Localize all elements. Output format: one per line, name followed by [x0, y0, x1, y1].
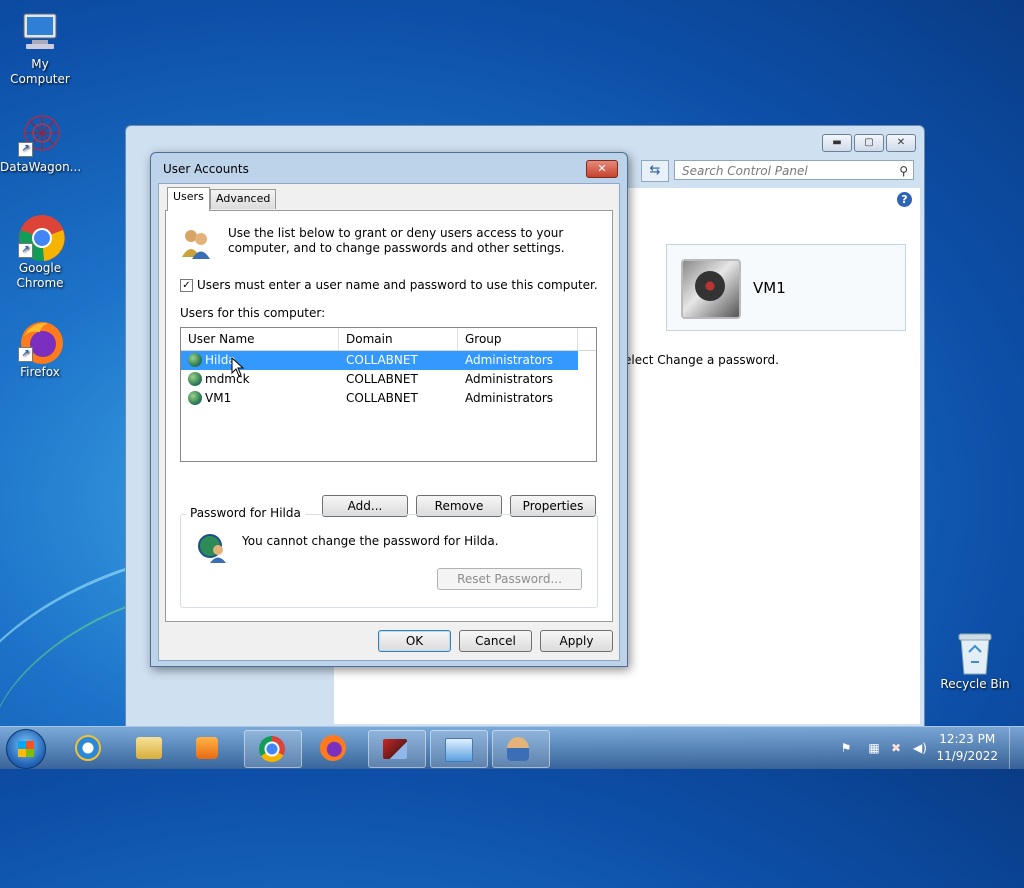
desktop-icon-datawagon[interactable]: ↗ DataWagon...: [0, 113, 82, 175]
start-button[interactable]: [6, 729, 46, 769]
network-icon[interactable]: ▦: [867, 741, 881, 755]
checkbox-label: Users must enter a user name and passwor…: [197, 278, 598, 292]
column-header-group[interactable]: Group: [458, 328, 578, 350]
chrome-icon: [259, 736, 285, 762]
window-controls: ▬ ▢ ✕: [822, 134, 916, 152]
maximize-button[interactable]: ▢: [854, 134, 884, 152]
dialog-body: Users Advanced Use the list below to gra…: [158, 183, 620, 661]
shortcut-arrow-icon: ↗: [18, 243, 33, 258]
user-name-cell: VM1: [205, 391, 232, 405]
firefox-icon: [320, 735, 346, 761]
search-input[interactable]: Search Control Panel ⚲: [674, 160, 914, 180]
media-player-icon: [196, 737, 218, 759]
desktop-icon-my-computer[interactable]: My Computer: [0, 10, 80, 87]
dialog-close-button[interactable]: ✕: [586, 160, 618, 178]
checkbox-checked-icon[interactable]: ✓: [180, 278, 193, 292]
password-group: Password for Hilda You cannot change the…: [180, 506, 598, 608]
user-globe-icon: [188, 391, 202, 405]
desktop-icon-google-chrome[interactable]: ↗ Google Chrome: [0, 214, 80, 291]
tab-users[interactable]: Users: [167, 187, 210, 211]
table-row[interactable]: VM1 COLLABNET Administrators: [181, 389, 596, 408]
user-accounts-icon: [507, 737, 529, 761]
help-icon[interactable]: ?: [897, 192, 912, 207]
desktop-icon-label: Recycle Bin: [940, 677, 1010, 691]
password-group-title: Password for Hilda: [186, 506, 305, 520]
minimize-button[interactable]: ▬: [822, 134, 852, 152]
desktop-icon-label: My Computer: [10, 57, 70, 86]
cancel-button[interactable]: Cancel: [459, 630, 532, 652]
desktop-icon-label: DataWagon...: [0, 160, 82, 174]
intro-text: Use the list below to grant or deny user…: [228, 226, 565, 255]
search-icon[interactable]: ⚲: [899, 161, 908, 181]
domain-cell: COLLABNET: [346, 391, 418, 405]
taskbar-chrome[interactable]: [244, 730, 302, 768]
column-header-domain[interactable]: Domain: [339, 328, 458, 350]
user-card: VM1: [666, 244, 906, 331]
group-cell: Administrators: [465, 391, 554, 405]
group-cell: Administrators: [465, 353, 554, 367]
control-panel-text: elect Change a password.: [624, 353, 779, 367]
domain-cell: COLLABNET: [346, 353, 418, 367]
show-desktop-button[interactable]: [1009, 727, 1024, 769]
taskbar-media-player[interactable]: [182, 730, 238, 766]
internet-explorer-icon: [75, 735, 101, 761]
clock-date: 11/9/2022: [936, 749, 998, 763]
taskbar-internet-explorer[interactable]: [61, 730, 117, 766]
recycle-bin-icon: [953, 630, 997, 675]
users-list[interactable]: User Name Domain Group Hilda COLLABNET A…: [180, 327, 597, 462]
firefox-icon: ↗: [18, 318, 63, 364]
users-tab-panel: Use the list below to grant or deny user…: [165, 210, 613, 622]
reset-password-button[interactable]: Reset Password...: [437, 568, 582, 590]
remote-desktop-icon: [383, 739, 407, 759]
mouse-cursor-icon: [231, 356, 245, 380]
taskbar-control-panel[interactable]: [430, 730, 488, 768]
desktop-icon-label: Google Chrome: [16, 261, 64, 290]
clock[interactable]: 12:23 PM 11/9/2022: [936, 731, 998, 765]
users-list-header: User Name Domain Group: [181, 328, 596, 351]
desktop-icon-firefox[interactable]: ↗ Firefox: [0, 318, 80, 380]
user-globe-icon: [188, 353, 202, 367]
ok-button[interactable]: OK: [378, 630, 451, 652]
shortcut-arrow-icon: ↗: [18, 347, 33, 362]
chrome-icon: ↗: [18, 214, 65, 262]
password-info-text: You cannot change the password for Hilda…: [242, 534, 499, 548]
apply-button[interactable]: Apply: [540, 630, 613, 652]
refresh-button[interactable]: ⇆: [641, 160, 669, 182]
action-center-flag-icon[interactable]: ⚑: [839, 741, 853, 755]
network-error-icon[interactable]: ✖: [889, 741, 903, 755]
users-icon: [180, 227, 212, 259]
folder-icon: [136, 737, 162, 759]
computer-icon: [18, 10, 62, 54]
search-placeholder: Search Control Panel: [682, 164, 808, 178]
user-globe-icon: [188, 372, 202, 386]
datawagon-icon: ↗: [18, 113, 62, 157]
users-list-label: Users for this computer:: [180, 306, 326, 320]
user-accounts-dialog: User Accounts ✕ Users Advanced Use the l…: [150, 152, 628, 667]
taskbar-user-accounts[interactable]: [492, 730, 550, 768]
turntable-avatar-icon: [681, 259, 741, 319]
desktop-icon-recycle-bin[interactable]: Recycle Bin: [935, 630, 1015, 692]
taskbar-firefox[interactable]: [306, 730, 362, 766]
volume-icon[interactable]: ◀): [913, 741, 927, 755]
clock-time: 12:23 PM: [939, 732, 996, 746]
control-panel-icon: [445, 738, 473, 762]
dialog-title: User Accounts: [163, 162, 249, 176]
tab-advanced[interactable]: Advanced: [210, 189, 277, 209]
require-login-checkbox[interactable]: ✓ Users must enter a user name and passw…: [180, 278, 598, 292]
close-button[interactable]: ✕: [886, 134, 916, 152]
user-globe-icon: [197, 533, 227, 563]
taskbar: ⚑ ▦ ✖ ◀) 12:23 PM 11/9/2022: [0, 726, 1024, 769]
group-cell: Administrators: [465, 372, 554, 386]
taskbar-remote-desktop[interactable]: [368, 730, 426, 768]
desktop-icon-label: Firefox: [20, 365, 60, 379]
taskbar-file-explorer[interactable]: [122, 730, 178, 766]
column-header-user-name[interactable]: User Name: [181, 328, 339, 350]
domain-cell: COLLABNET: [346, 372, 418, 386]
shortcut-arrow-icon: ↗: [18, 142, 33, 157]
user-card-name: VM1: [753, 279, 786, 297]
